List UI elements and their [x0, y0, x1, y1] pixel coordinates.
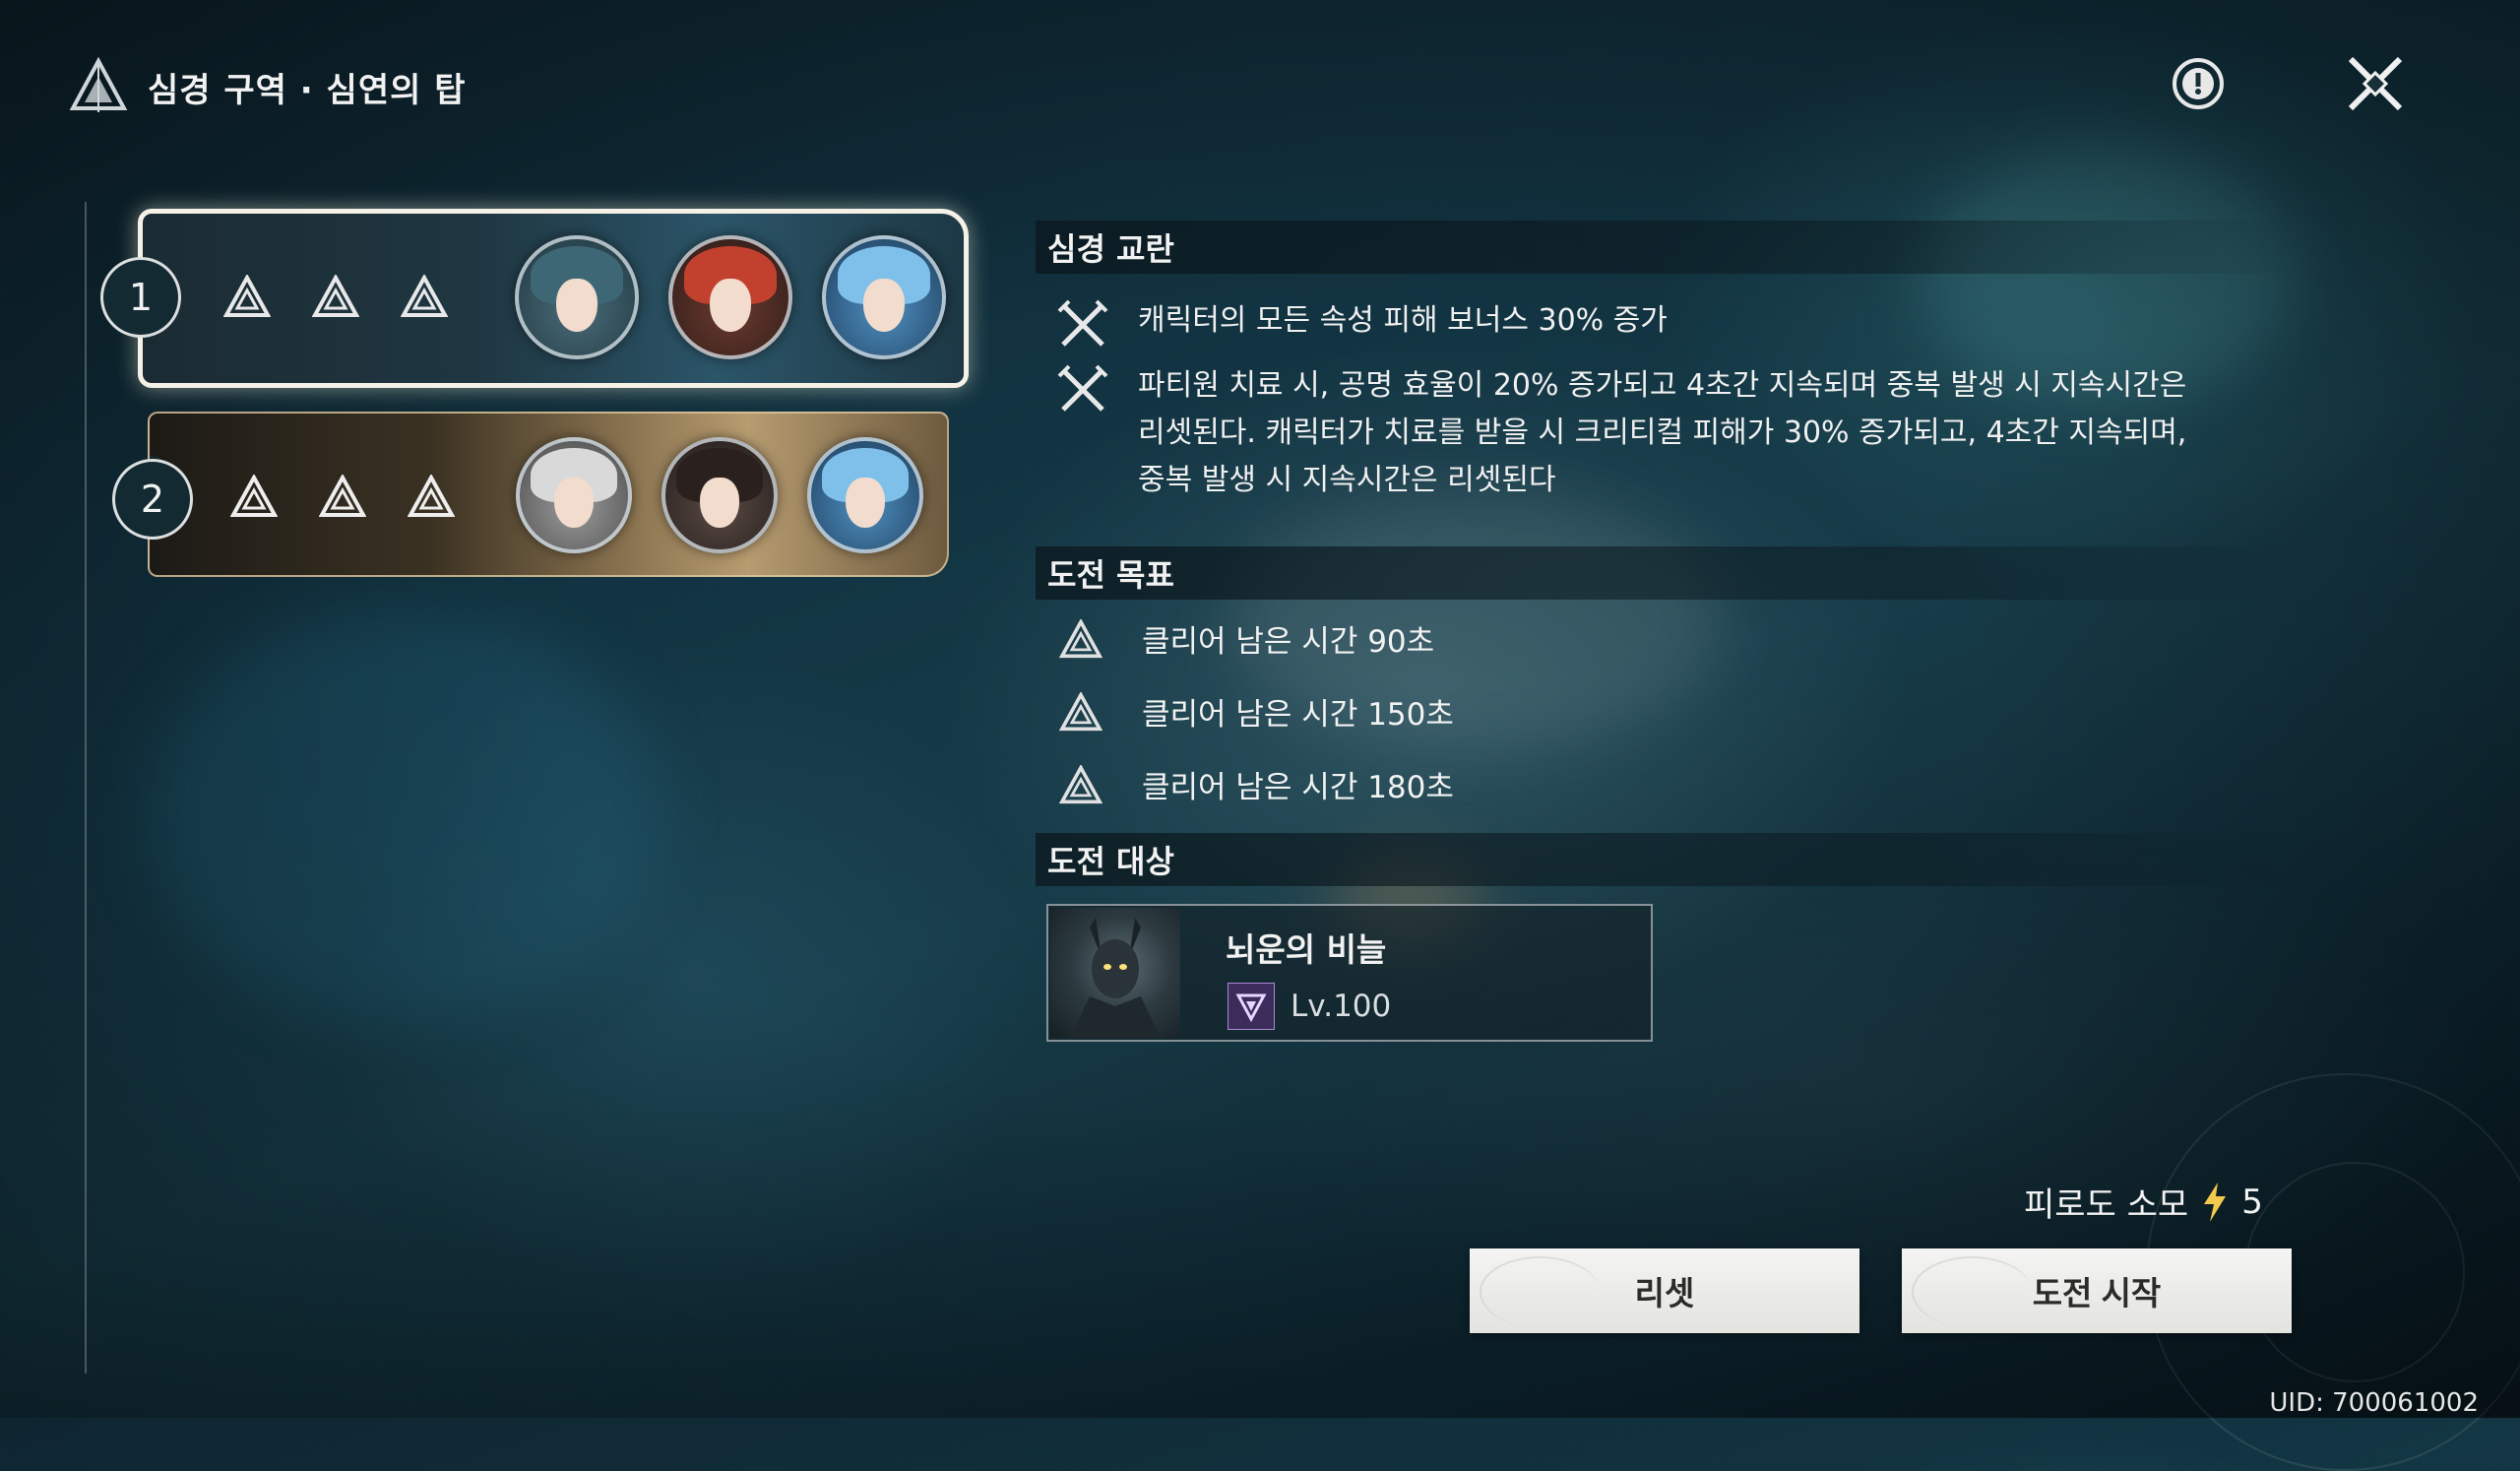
crossed-swords-icon — [1057, 299, 1108, 347]
stage-2-stars — [230, 475, 455, 518]
effect-text: 캐릭터의 모든 속성 피해 보너스 30% 증가 — [1138, 303, 1668, 338]
disturbance-effect-2: 파티원 치료 시, 공명 효율이 20% 증가되고 4초간 지속되며 중복 발생… — [1055, 362, 2186, 504]
character-portrait — [822, 235, 946, 359]
element-badge-icon — [1228, 983, 1275, 1030]
crossed-swords-icon — [1057, 364, 1108, 412]
triangle-star-icon — [401, 275, 448, 317]
triangle-star-icon — [319, 475, 366, 517]
triangle-star-icon — [408, 475, 455, 517]
triangle-star-icon — [1059, 691, 1102, 731]
reset-button[interactable]: 리셋 — [1470, 1248, 1859, 1333]
character-portrait — [668, 235, 792, 359]
stage-number-1[interactable]: 1 — [100, 257, 181, 338]
uid-label: UID: 700061002 — [2269, 1388, 2479, 1418]
target-name: 뇌운의 비늘 — [1226, 930, 1387, 969]
stamina-label: 피로도 소모 — [2024, 1185, 2189, 1225]
stage-number-2[interactable]: 2 — [112, 459, 193, 540]
character-portrait — [515, 235, 639, 359]
triangle-star-icon — [223, 275, 271, 317]
character-portrait — [662, 437, 778, 553]
character-portrait — [807, 437, 923, 553]
disturbance-header: 심경 교란 — [1036, 221, 2307, 274]
triangle-star-icon — [1059, 764, 1102, 803]
character-portrait — [516, 437, 632, 553]
effect-text: 파티원 치료 시, 공명 효율이 20% 증가되고 4초간 지속되며 중복 발생… — [1138, 368, 2187, 497]
stage-1-stars — [223, 275, 448, 318]
stamina-value: 5 — [2241, 1182, 2263, 1222]
page-title-text: 심경 구역 · 심연의 탑 — [148, 70, 467, 110]
boss-silhouette-icon — [1070, 918, 1161, 1038]
target-card[interactable]: 뇌운의 비늘 Lv.100 — [1046, 904, 1653, 1042]
start-challenge-button[interactable]: 도전 시작 — [1902, 1248, 2292, 1333]
goals-header: 도전 목표 — [1036, 546, 2307, 600]
goal-item: 클리어 남은 시간 150초 — [1059, 689, 1454, 734]
goal-item: 클리어 남은 시간 90초 — [1059, 616, 1434, 661]
stage-2-team — [516, 437, 923, 553]
triangle-star-icon — [1059, 618, 1102, 658]
goal-item: 클리어 남은 시간 180초 — [1059, 762, 1454, 806]
target-level: Lv.100 — [1228, 983, 1391, 1030]
target-header: 도전 대상 — [1036, 833, 2307, 886]
stage-1-team — [515, 235, 946, 359]
disturbance-effect-1: 캐릭터의 모든 속성 피해 보너스 30% 증가 — [1055, 297, 1668, 352]
page-title: 심경 구역 · 심연의 탑 — [69, 57, 467, 116]
stamina-cost: 피로도 소모 5 — [2024, 1178, 2263, 1226]
tower-logo-icon — [69, 57, 128, 112]
stage-card-1[interactable] — [138, 209, 969, 388]
stage-timeline — [85, 202, 87, 1374]
triangle-star-icon — [312, 275, 359, 317]
close-x-icon[interactable] — [2343, 51, 2408, 116]
triangle-star-icon — [230, 475, 278, 517]
boss-portrait — [1050, 908, 1180, 1038]
lightning-bolt-icon — [2204, 1182, 2227, 1222]
exclamation-circle-icon[interactable] — [2171, 56, 2226, 111]
stage-card-2[interactable] — [148, 412, 949, 577]
